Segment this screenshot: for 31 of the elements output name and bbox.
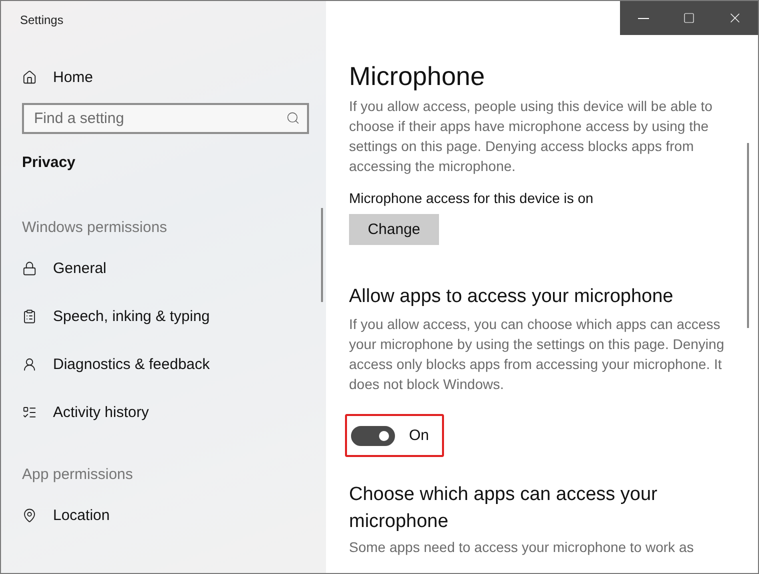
home-link[interactable]: Home (22, 53, 326, 101)
group-heading: App permissions (22, 466, 134, 483)
group-heading: Windows permissions (22, 219, 168, 236)
window-title: Settings (20, 13, 64, 27)
home-icon (22, 70, 37, 84)
search-icon (286, 111, 300, 125)
clipboard-icon (22, 308, 37, 324)
nav-item[interactable]: Activity history (22, 388, 326, 436)
nav-item[interactable]: Diagnostics & feedback (22, 340, 326, 388)
lock-icon (22, 260, 37, 276)
change-button[interactable]: Change (349, 214, 439, 245)
list-icon (22, 404, 37, 420)
search-field[interactable]: Find a setting (22, 103, 309, 134)
page-title: Microphone (349, 61, 486, 92)
description-text: Some apps need to access your microphone to work as (349, 538, 695, 557)
section-heading: Allow apps to access your microphone (349, 285, 674, 309)
toggle-switch[interactable] (351, 426, 395, 446)
nav-item[interactable]: Location (22, 491, 326, 539)
person-icon (22, 356, 37, 372)
scrollbar[interactable] (747, 143, 749, 328)
nav-item[interactable]: General (22, 244, 326, 292)
description-text: If you allow access, you can choose which apps can access your microphone by using the settings on this page. Denying access only blocks apps from accessing your microphone. It does not block Windows. (349, 315, 726, 394)
maximize-icon (683, 12, 695, 24)
nav-item[interactable]: Speech, inking & typing (22, 292, 326, 340)
scrollbar[interactable] (321, 208, 323, 302)
description-text: If you allow access, people using this device will be able to choose if their apps have microphone access by using the settings on this page. Denying access blocks apps from accessing the microphone. (349, 97, 714, 176)
status-text: Microphone access for this device is on (349, 190, 594, 206)
pin-icon (22, 508, 37, 522)
section-title: Privacy (22, 154, 76, 171)
toggle-label: On (409, 427, 430, 444)
section-heading: Choose which apps can access your microphone (349, 483, 658, 534)
